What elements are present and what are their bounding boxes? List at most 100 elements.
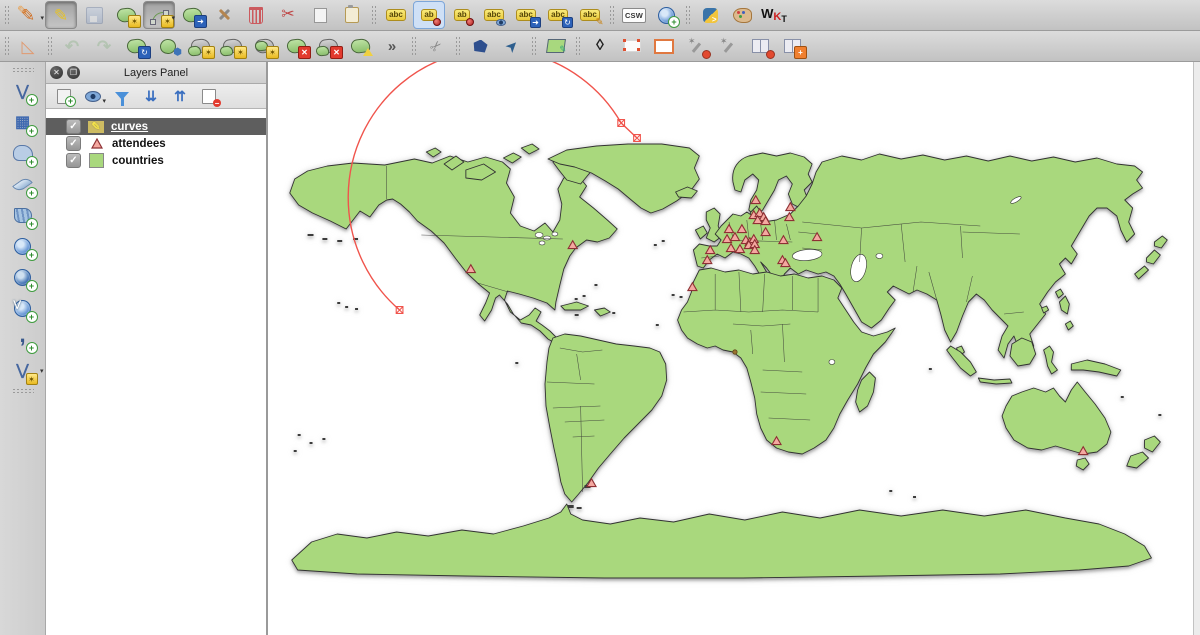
current-edits-button[interactable]: ✎ ✎ ▾ [13,2,43,28]
vertex-marker [396,307,403,314]
toolbar-handle [12,388,34,394]
line-edit-symbol-icon: ✎ [88,121,104,133]
move-label-button[interactable]: abc ➜ [511,2,541,28]
panel-title: Layers Panel [46,67,266,79]
style-manager-button[interactable] [727,2,757,28]
redo-button[interactable]: ↷ [89,33,119,59]
rotate-feature-button[interactable]: ↻ [121,33,151,59]
layer-row-curves[interactable]: ✓ ✎ curves [46,118,266,135]
add-spatialite-layer-button[interactable]: + [5,169,41,199]
labeling-options-button[interactable]: abc [381,2,411,28]
add-raster-layer-button[interactable]: ▦ + [5,107,41,137]
filter-legend-button[interactable] [112,86,132,106]
rotate-label-button[interactable]: abc ↻ [543,2,573,28]
chevron-down-icon: ▾ [102,97,106,105]
move-arrow-icon: ➜ [194,15,207,28]
layer-checkbox[interactable]: ✓ [66,119,81,134]
autofill-wand-red-button[interactable] [681,33,711,59]
move-feature-button[interactable]: ➜ [177,2,207,28]
collapse-all-button[interactable]: ⇈ [170,86,190,106]
new-shapefile-layer-button[interactable]: ⋁ ✶ ▾ [5,355,41,385]
processing-rocket-button[interactable]: ➤ [497,33,527,59]
split-features-button[interactable]: ✂ [421,33,451,59]
ab-pin-icon: ab [421,9,436,21]
expand-all-button[interactable]: ⇊ [141,86,161,106]
pen-nib-icon: ◊ [596,38,604,54]
save-edits-button[interactable] [79,2,109,28]
fill-ring-button[interactable]: ✶ [249,33,279,59]
add-part-button[interactable]: ✶ [217,33,247,59]
add-circular-string-button[interactable]: ✶ ▾ [143,1,175,29]
toolbar-handle [4,5,10,25]
layout-extent-button[interactable] [649,33,679,59]
pin-labels-button[interactable]: ab [413,1,445,29]
pencil-icon: ✎ [594,17,605,28]
map-canvas[interactable] [268,62,1193,635]
change-label-button[interactable]: abc ✎ [575,2,605,28]
add-wfs-layer-button[interactable]: ⋁ + [5,293,41,323]
reshape-features-button[interactable] [345,33,375,59]
new-star-icon: ✶ [128,15,141,28]
layer-name: attendees [112,138,166,150]
add-vector-layer-button[interactable]: ⋁ + [5,76,41,106]
cut-features-button[interactable]: ✂ [273,2,303,28]
advanced-digitizing-button[interactable]: ◺ [13,33,43,59]
select-polygon-plugin-button[interactable] [465,33,495,59]
vertex-marker [618,120,625,127]
feature-blob-icon [187,45,201,57]
simplify-feature-button[interactable]: ⬢ [153,33,183,59]
add-ring-button[interactable]: ✶ [185,33,215,59]
copy-features-button[interactable] [305,2,335,28]
feature-blob-icon [315,45,329,57]
reshape-wedge-icon [363,48,373,56]
wkt-icon: WKT [761,7,787,24]
metasearch-csw-button[interactable]: CSW [619,2,649,28]
spline-tool-button[interactable]: ◊ [585,33,615,59]
feature-blob-icon [219,45,233,57]
python-console-button[interactable] [695,2,725,28]
add-oracle-layer-button[interactable]: + [5,200,41,230]
undo-button[interactable]: ↶ [57,33,87,59]
add-wms-layer-button[interactable]: + [5,231,41,261]
toolbar-separator [47,36,53,56]
magic-wand-icon [720,38,736,54]
paste-features-button[interactable] [337,2,367,28]
layer-tree: ✓ ✎ curves ✓ attendees ✓ countries [46,109,266,635]
vertex-tool-button[interactable] [209,2,239,28]
layer-checkbox[interactable]: ✓ [66,136,81,151]
layer-checkbox[interactable]: ✓ [66,153,81,168]
delete-part-button[interactable]: ✕ [313,33,343,59]
map-tips-plugin-button[interactable] [541,33,571,59]
add-delimited-text-button[interactable]: , + [5,324,41,354]
window-edge-strip [1193,62,1200,635]
add-feature-button[interactable]: ✶ [111,2,141,28]
remove-layer-button[interactable]: − [199,86,219,106]
layer-row-attendees[interactable]: ✓ attendees [46,135,266,152]
trash-icon [249,7,263,24]
plus-icon: + [26,187,38,199]
add-web-service-button[interactable]: + [651,2,681,28]
show-hide-labels-button[interactable]: abc [479,2,509,28]
add-wcs-layer-button[interactable]: + [5,262,41,292]
autofill-wand-button[interactable] [713,33,743,59]
highlight-pinned-labels-button[interactable]: ab [447,2,477,28]
toolbar-manage-layers: ⋁ + ▦ + + + + + [0,62,46,635]
world-map[interactable] [268,62,1193,635]
layer-visibility-button[interactable]: ▾ [83,86,103,106]
redo-arrow-icon: ↷ [97,38,111,55]
wkt-plugin-button[interactable]: WKT [759,2,789,28]
layer-row-countries[interactable]: ✓ countries [46,152,266,169]
delete-ring-button[interactable]: ✕ [281,33,311,59]
add-group-button[interactable]: + [54,86,74,106]
delete-selected-button[interactable] [241,2,271,28]
atlas-book-button[interactable] [745,33,775,59]
plus-icon: + [26,280,38,292]
toggle-editing-button[interactable]: ✎ [45,1,77,29]
toolbar-overflow-button[interactable]: » [377,33,407,59]
atlas-book-add-button[interactable]: + [777,33,807,59]
add-postgis-layer-button[interactable]: + [5,138,41,168]
abc-label-icon: abc [386,9,406,21]
set-extent-button[interactable] [617,33,647,59]
new-star-icon: ✶ [234,46,247,59]
toolbar-separator [371,5,377,25]
